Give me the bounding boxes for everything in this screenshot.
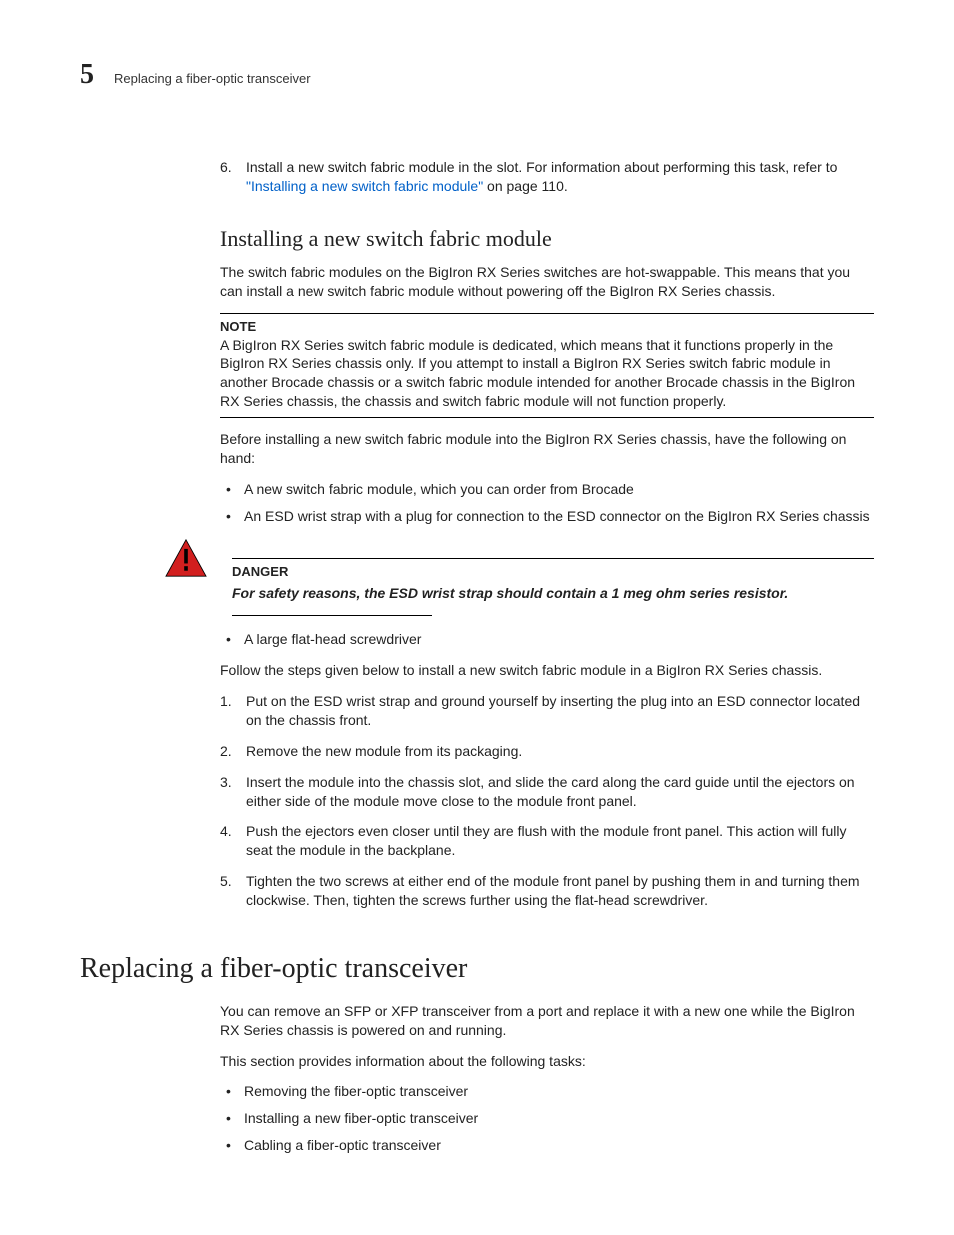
replace-intro: You can remove an SFP or XFP transceiver… [220,1002,874,1040]
danger-rule-bottom [232,615,432,616]
replace-content: You can remove an SFP or XFP transceiver… [220,1002,874,1155]
install-steps: Put on the ESD wrist strap and ground yo… [220,692,874,910]
tasks-intro: This section provides information about … [220,1052,874,1071]
danger-block: DANGER For safety reasons, the ESD wrist… [164,538,874,616]
step-text-b: on page 110. [483,178,568,194]
note-keyword: NOTE [220,318,874,336]
danger-text: For safety reasons, the ESD wrist strap … [232,584,874,609]
step-item: Remove the new module from its packaging… [220,742,874,761]
running-head-title: Replacing a fiber-optic transceiver [114,70,311,88]
list-item: A new switch fabric module, which you ca… [220,480,874,499]
main-content: 6. Install a new switch fabric module in… [220,158,874,910]
pre-bullets-list: A new switch fabric module, which you ca… [220,480,874,526]
tasks-list: Removing the fiber-optic transceiver Ins… [220,1082,874,1155]
list-item: Cabling a fiber-optic transceiver [220,1136,874,1155]
step-item: Put on the ESD wrist strap and ground yo… [220,692,874,730]
note-text: A BigIron RX Series switch fabric module… [220,336,874,412]
cross-ref-link[interactable]: "Installing a new switch fabric module" [246,178,483,194]
step-item: Push the ejectors even closer until they… [220,822,874,860]
before-text: Before installing a new switch fabric mo… [220,430,874,468]
note-rule-bottom [220,417,874,418]
danger-body: DANGER For safety reasons, the ESD wrist… [232,538,874,616]
danger-triangle-icon [164,538,208,583]
step-item: Insert the module into the chassis slot,… [220,773,874,811]
install-intro: The switch fabric modules on the BigIron… [220,263,874,301]
page: 5 Replacing a fiber-optic transceiver 6.… [0,0,954,1235]
step-text-a: Install a new switch fabric module in th… [246,159,837,175]
list-item: Installing a new fiber-optic transceiver [220,1109,874,1128]
heading-replace-transceiver: Replacing a fiber-optic transceiver [80,950,874,988]
page-header: 5 Replacing a fiber-optic transceiver [80,56,874,94]
step-item: Tighten the two screws at either end of … [220,872,874,910]
list-item: A large flat-head screwdriver [220,630,874,649]
list-item: An ESD wrist strap with a plug for conne… [220,507,874,526]
step-text: Install a new switch fabric module in th… [246,158,874,196]
step-number: 6. [220,158,246,177]
follow-text: Follow the steps given below to install … [220,661,874,680]
post-bullets-list: A large flat-head screwdriver [220,630,874,649]
list-item: Removing the fiber-optic transceiver [220,1082,874,1101]
danger-keyword: DANGER [232,563,874,581]
step-6-row: 6. Install a new switch fabric module in… [220,158,874,196]
chapter-number: 5 [80,56,94,94]
danger-rule-top [232,558,874,559]
heading-install-module: Installing a new switch fabric module [220,224,874,254]
note-block: NOTE A BigIron RX Series switch fabric m… [220,314,874,418]
